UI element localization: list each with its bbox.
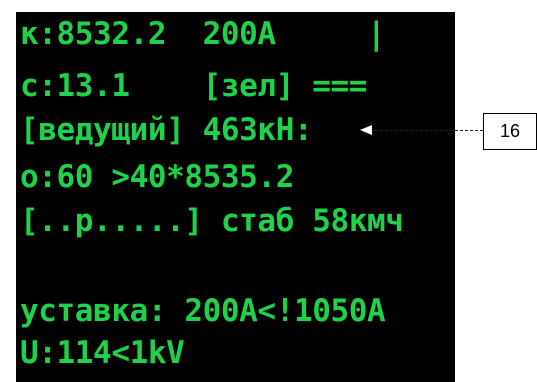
callout-leader-line: [370, 130, 483, 131]
display-line-1: к:8532.2 200А |: [20, 16, 386, 52]
callout-label: 16: [499, 121, 521, 141]
display-line-5: [..р.....] стаб 58кмч: [20, 203, 404, 239]
callout-arrow-icon: [360, 125, 372, 135]
display-line-4: о:60 >40*8535.2: [20, 159, 294, 195]
display-line-7: U:114<1kV: [20, 335, 185, 371]
display-line-3: [ведущий] 463кН:: [20, 112, 313, 148]
callout-label-box: 16: [483, 113, 537, 150]
display-line-6: уставка: 200А<!1050А: [20, 293, 386, 329]
display-line-2: с:13.1 [зел] ===: [20, 68, 368, 104]
